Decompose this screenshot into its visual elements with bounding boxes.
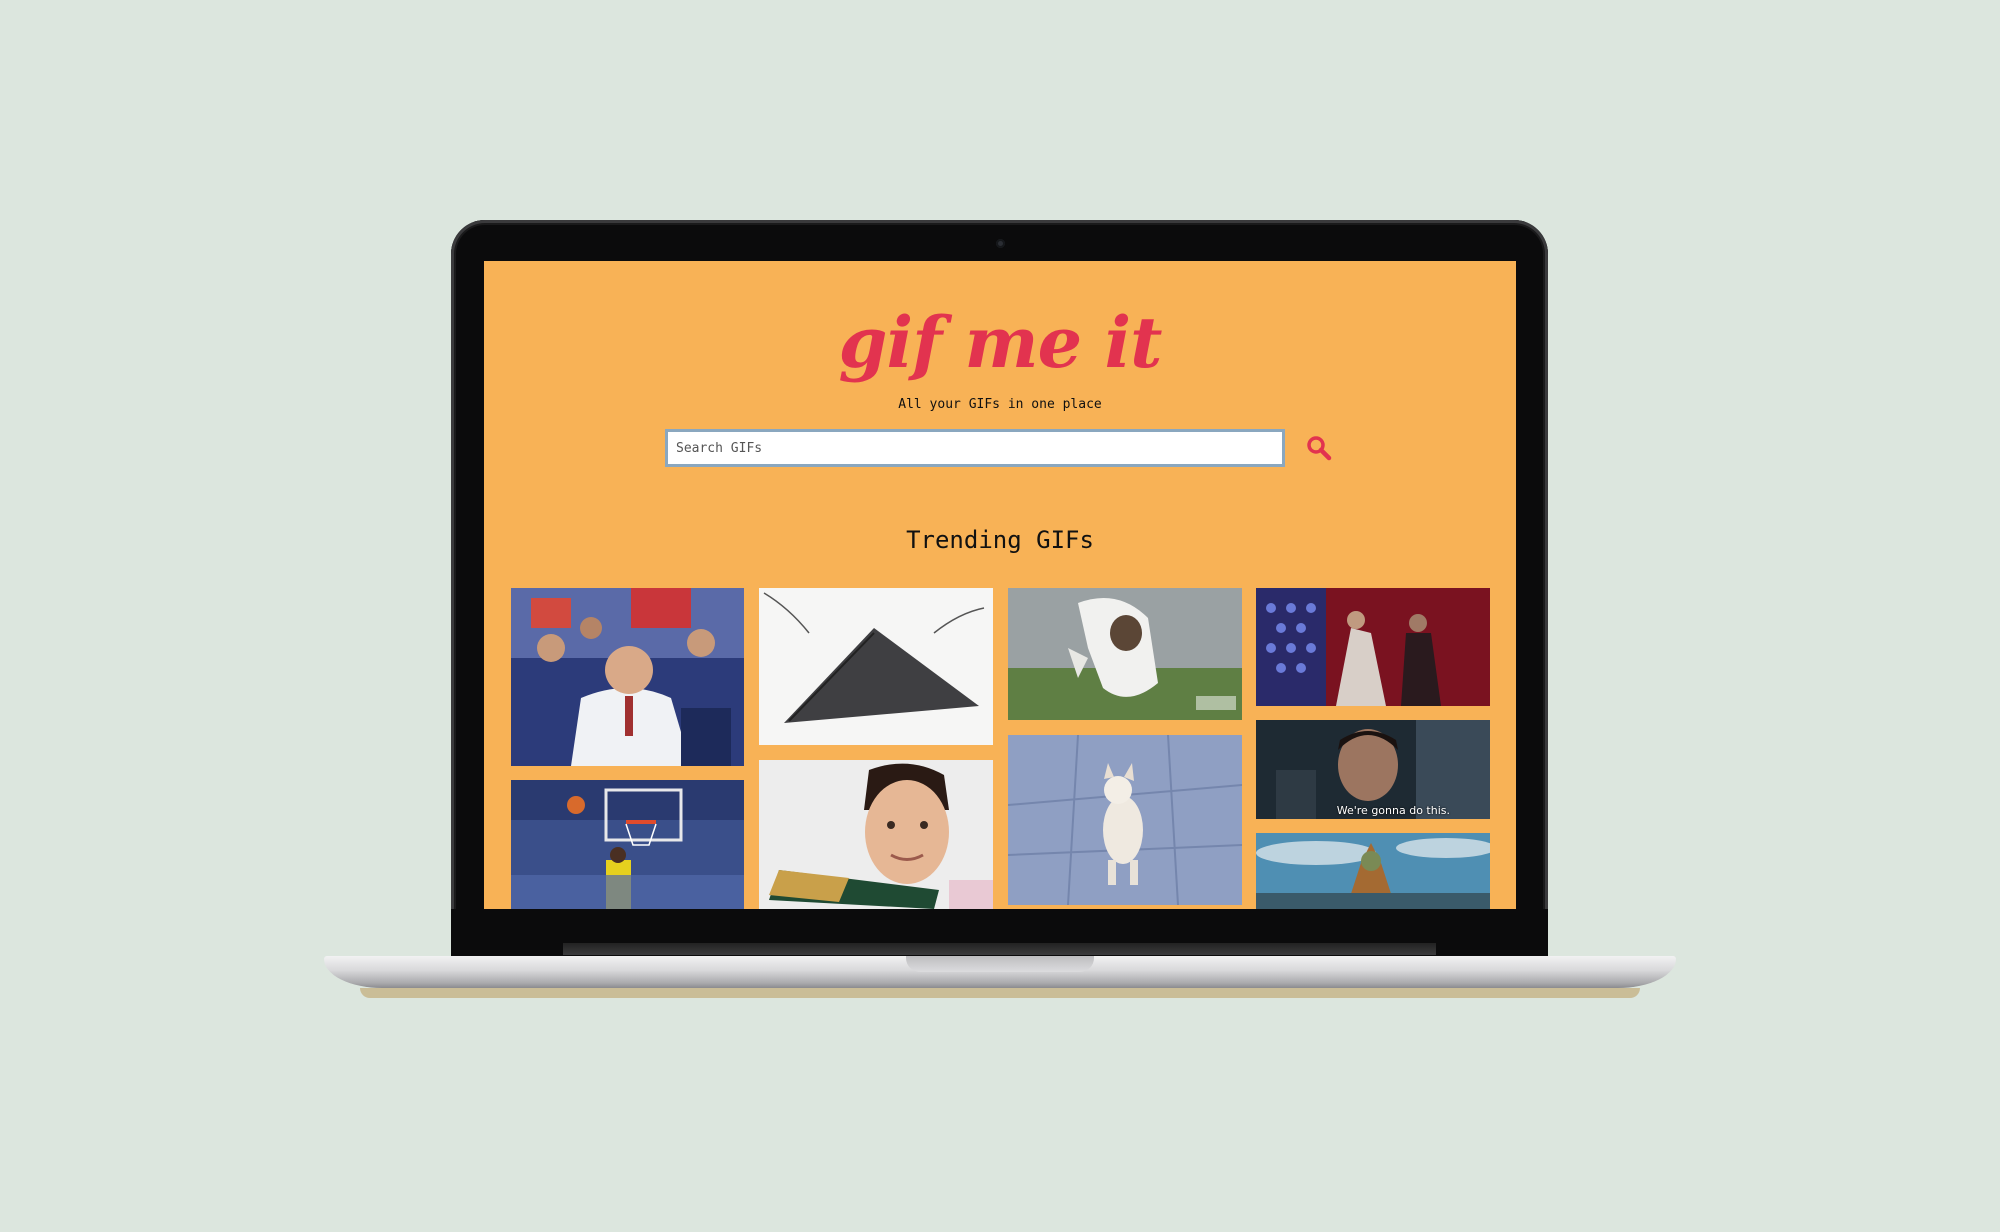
search-icon bbox=[1307, 436, 1332, 461]
trending-title: Trending GIFs bbox=[906, 526, 1094, 554]
tagline: All your GIFs in one place bbox=[898, 397, 1102, 412]
brand-logo[interactable]: gif me it bbox=[484, 301, 1516, 384]
gif-pilot-cockpit[interactable]: We're gonna do this. bbox=[1256, 720, 1490, 819]
search-input[interactable] bbox=[665, 429, 1285, 467]
gif-dancing-chihuahua[interactable] bbox=[1008, 735, 1242, 905]
gif-basketball-dunk[interactable] bbox=[511, 780, 744, 909]
search-button[interactable] bbox=[1304, 433, 1334, 463]
gif-jumping-dog[interactable] bbox=[1008, 588, 1242, 720]
webcam-icon bbox=[996, 239, 1005, 248]
gif-caption: We're gonna do this. bbox=[1336, 804, 1450, 817]
laptop-notch bbox=[906, 956, 1094, 972]
gif-character-sky[interactable] bbox=[1256, 833, 1490, 909]
gif-coach-courtside[interactable] bbox=[511, 588, 744, 766]
laptop-hinge bbox=[563, 943, 1436, 955]
gif-red-room-dance[interactable] bbox=[1256, 588, 1490, 706]
laptop-shadow bbox=[360, 988, 1640, 998]
gif-triangle-drawing[interactable] bbox=[759, 588, 993, 745]
gif-champagne-man[interactable] bbox=[759, 760, 993, 909]
browser-viewport: gif me it All your GIFs in one place Tre… bbox=[484, 261, 1516, 909]
